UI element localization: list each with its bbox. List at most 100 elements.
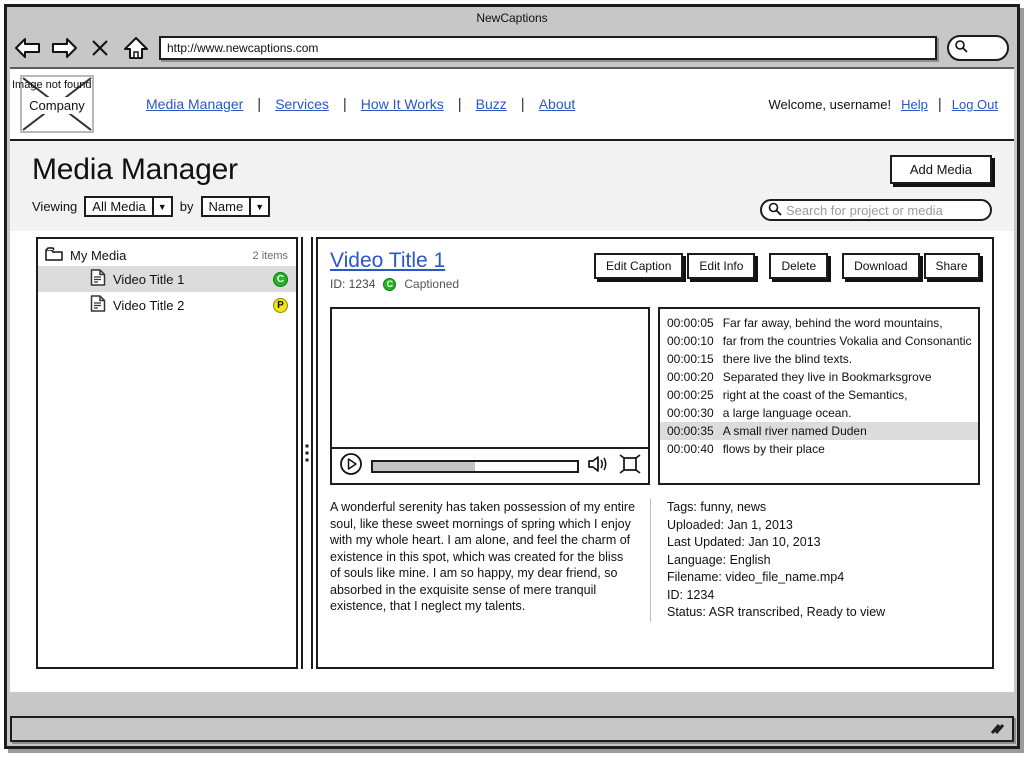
edit-caption-button[interactable]: Edit Caption [594, 253, 684, 279]
address-bar[interactable]: http://www.newcaptions.com [159, 36, 937, 60]
detail-id: ID: 1234 [330, 277, 376, 291]
forward-arrow-icon[interactable] [49, 33, 79, 63]
transcript-line[interactable]: 00:00:40 flows by their place [660, 440, 978, 458]
nav-item-how-it-works[interactable]: How It Works [347, 96, 458, 112]
detail-title-block: Video Title 1 ID: 1234 C Captioned [330, 249, 459, 291]
media-filter-select[interactable]: All Media ▼ [84, 196, 173, 217]
detail-header: Video Title 1 ID: 1234 C Captioned Edit … [330, 249, 980, 291]
fullscreen-icon[interactable] [619, 453, 641, 479]
browser-window: NewCaptions http://www.newcaptions.com C… [4, 4, 1020, 749]
delete-button[interactable]: Delete [769, 253, 829, 279]
add-media-button[interactable]: Add Media [889, 155, 992, 184]
transcript-line[interactable]: 00:00:15 there live the blind texts. [660, 350, 978, 368]
sort-select[interactable]: Name ▼ [200, 196, 271, 217]
nav-item-services[interactable]: Services [261, 96, 343, 112]
transcript-timestamp: 00:00:30 [667, 406, 714, 420]
transcript-text: far from the countries Vokalia and Conso… [722, 334, 972, 348]
tree-root-my-media[interactable]: My Media 2 items [38, 245, 296, 266]
transcript-timestamp: 00:00:05 [667, 316, 714, 330]
tree-root-label: My Media [70, 248, 127, 263]
transcript-text: a large language ocean. [722, 406, 852, 420]
stop-x-icon[interactable] [85, 33, 115, 63]
help-link[interactable]: Help [901, 97, 928, 112]
video-stage[interactable] [332, 309, 648, 449]
transcript-line-active[interactable]: 00:00:35 A small river named Duden [660, 422, 978, 440]
transcript-line[interactable]: 00:00:20 Separated they live in Bookmark… [660, 368, 978, 386]
back-arrow-icon[interactable] [13, 33, 43, 63]
body-area: My Media 2 items Video Title 1 C Video T… [10, 231, 1014, 686]
meta-value: Jan 10, 2013 [748, 535, 821, 549]
tree-item-count: 2 items [252, 249, 288, 262]
transcript-text: A small river named Duden [722, 424, 867, 438]
transcript-line[interactable]: 00:00:25 right at the coast of the Seman… [660, 386, 978, 404]
search-icon [768, 202, 782, 219]
share-button[interactable]: Share [923, 253, 980, 279]
play-icon[interactable] [339, 452, 363, 481]
broken-image-text: Image not found [12, 79, 92, 91]
transcript-line[interactable]: 00:00:30 a large language ocean. [660, 404, 978, 422]
nav-item-media-manager[interactable]: Media Manager [132, 96, 257, 112]
meta-last-updated: Last Updated: Jan 10, 2013 [667, 534, 980, 552]
media-metadata: Tags: funny, news Uploaded: Jan 1, 2013 … [651, 499, 980, 622]
transcript-panel[interactable]: 00:00:05 Far far away, behind the word m… [658, 307, 980, 485]
meta-value: Jan 1, 2013 [727, 517, 793, 532]
caption-info-button-group: Edit Caption Edit Info [594, 253, 756, 279]
tree-item-video-1[interactable]: Video Title 1 C [38, 266, 296, 292]
nav-item-buzz[interactable]: Buzz [462, 96, 521, 112]
transcript-text: right at the coast of the Semantics, [722, 388, 908, 402]
meta-value: funny, news [700, 500, 767, 514]
meta-filename: Filename: video_file_name.mp4 [667, 569, 980, 587]
splitter-grip[interactable] [305, 444, 309, 462]
document-icon [90, 269, 106, 289]
meta-key: Uploaded: [667, 517, 724, 532]
panel-splitter[interactable] [300, 237, 314, 669]
document-icon [90, 295, 106, 315]
browser-toolbar: http://www.newcaptions.com [7, 29, 1017, 67]
page-title: Media Manager [32, 153, 238, 186]
transcript-timestamp: 00:00:20 [667, 370, 714, 384]
transcript-text: Far far away, behind the word mountains, [722, 316, 943, 330]
detail-title[interactable]: Video Title 1 [330, 249, 445, 273]
media-search-box[interactable]: Search for project or media [760, 199, 992, 221]
meta-key: Tags: [667, 500, 697, 514]
status-label: Captioned [404, 277, 460, 291]
main-navigation: Media Manager | Services | How It Works … [132, 96, 589, 113]
media-search-placeholder: Search for project or media [786, 202, 943, 218]
meta-language: Language: English [667, 552, 980, 570]
transcript-text: flows by their place [722, 442, 825, 456]
site-header: Company Image not found Media Manager | … [10, 69, 1014, 141]
meta-key: Last Updated: [667, 535, 745, 549]
tree-item-label: Video Title 2 [113, 297, 185, 313]
progress-bar-fill [373, 461, 475, 471]
edit-info-button[interactable]: Edit Info [687, 253, 756, 279]
volume-icon[interactable] [587, 454, 611, 479]
window-resize-grip[interactable] [990, 722, 1006, 741]
status-badge-captioned: C [273, 271, 288, 287]
download-button[interactable]: Download [842, 253, 920, 279]
media-row: 00:00:05 Far far away, behind the word m… [330, 307, 980, 485]
detail-subline: ID: 1234 C Captioned [330, 277, 459, 291]
logout-link[interactable]: Log Out [952, 97, 998, 112]
address-bar-url: http://www.newcaptions.com [167, 41, 319, 55]
sort-value: Name [208, 199, 244, 214]
home-icon[interactable] [121, 33, 151, 63]
transcript-timestamp: 00:00:35 [667, 424, 714, 438]
status-bar [10, 716, 1014, 742]
progress-bar[interactable] [371, 459, 579, 473]
transcript-timestamp: 00:00:40 [667, 442, 714, 456]
transcript-line[interactable]: 00:00:05 Far far away, behind the word m… [660, 314, 978, 332]
meta-key: Filename: [667, 570, 722, 584]
meta-value: 1234 [686, 587, 715, 602]
media-tree-panel: My Media 2 items Video Title 1 C Video T… [36, 237, 298, 669]
meta-key: ID: [667, 587, 683, 602]
window-title: NewCaptions [476, 11, 548, 25]
status-badge-captioned: C [383, 277, 397, 291]
browser-search-box[interactable] [947, 35, 1009, 61]
title-band: Media Manager Viewing All Media ▼ by Nam… [10, 141, 1014, 231]
tree-item-video-2[interactable]: Video Title 2 P [38, 292, 296, 318]
transcript-line[interactable]: 00:00:10 far from the countries Vokalia … [660, 332, 978, 350]
meta-uploaded: Uploaded: Jan 1, 2013 [667, 517, 980, 535]
chevron-down-icon: ▼ [151, 198, 171, 215]
nav-item-about[interactable]: About [525, 96, 590, 112]
tree-item-label: Video Title 1 [113, 271, 185, 287]
